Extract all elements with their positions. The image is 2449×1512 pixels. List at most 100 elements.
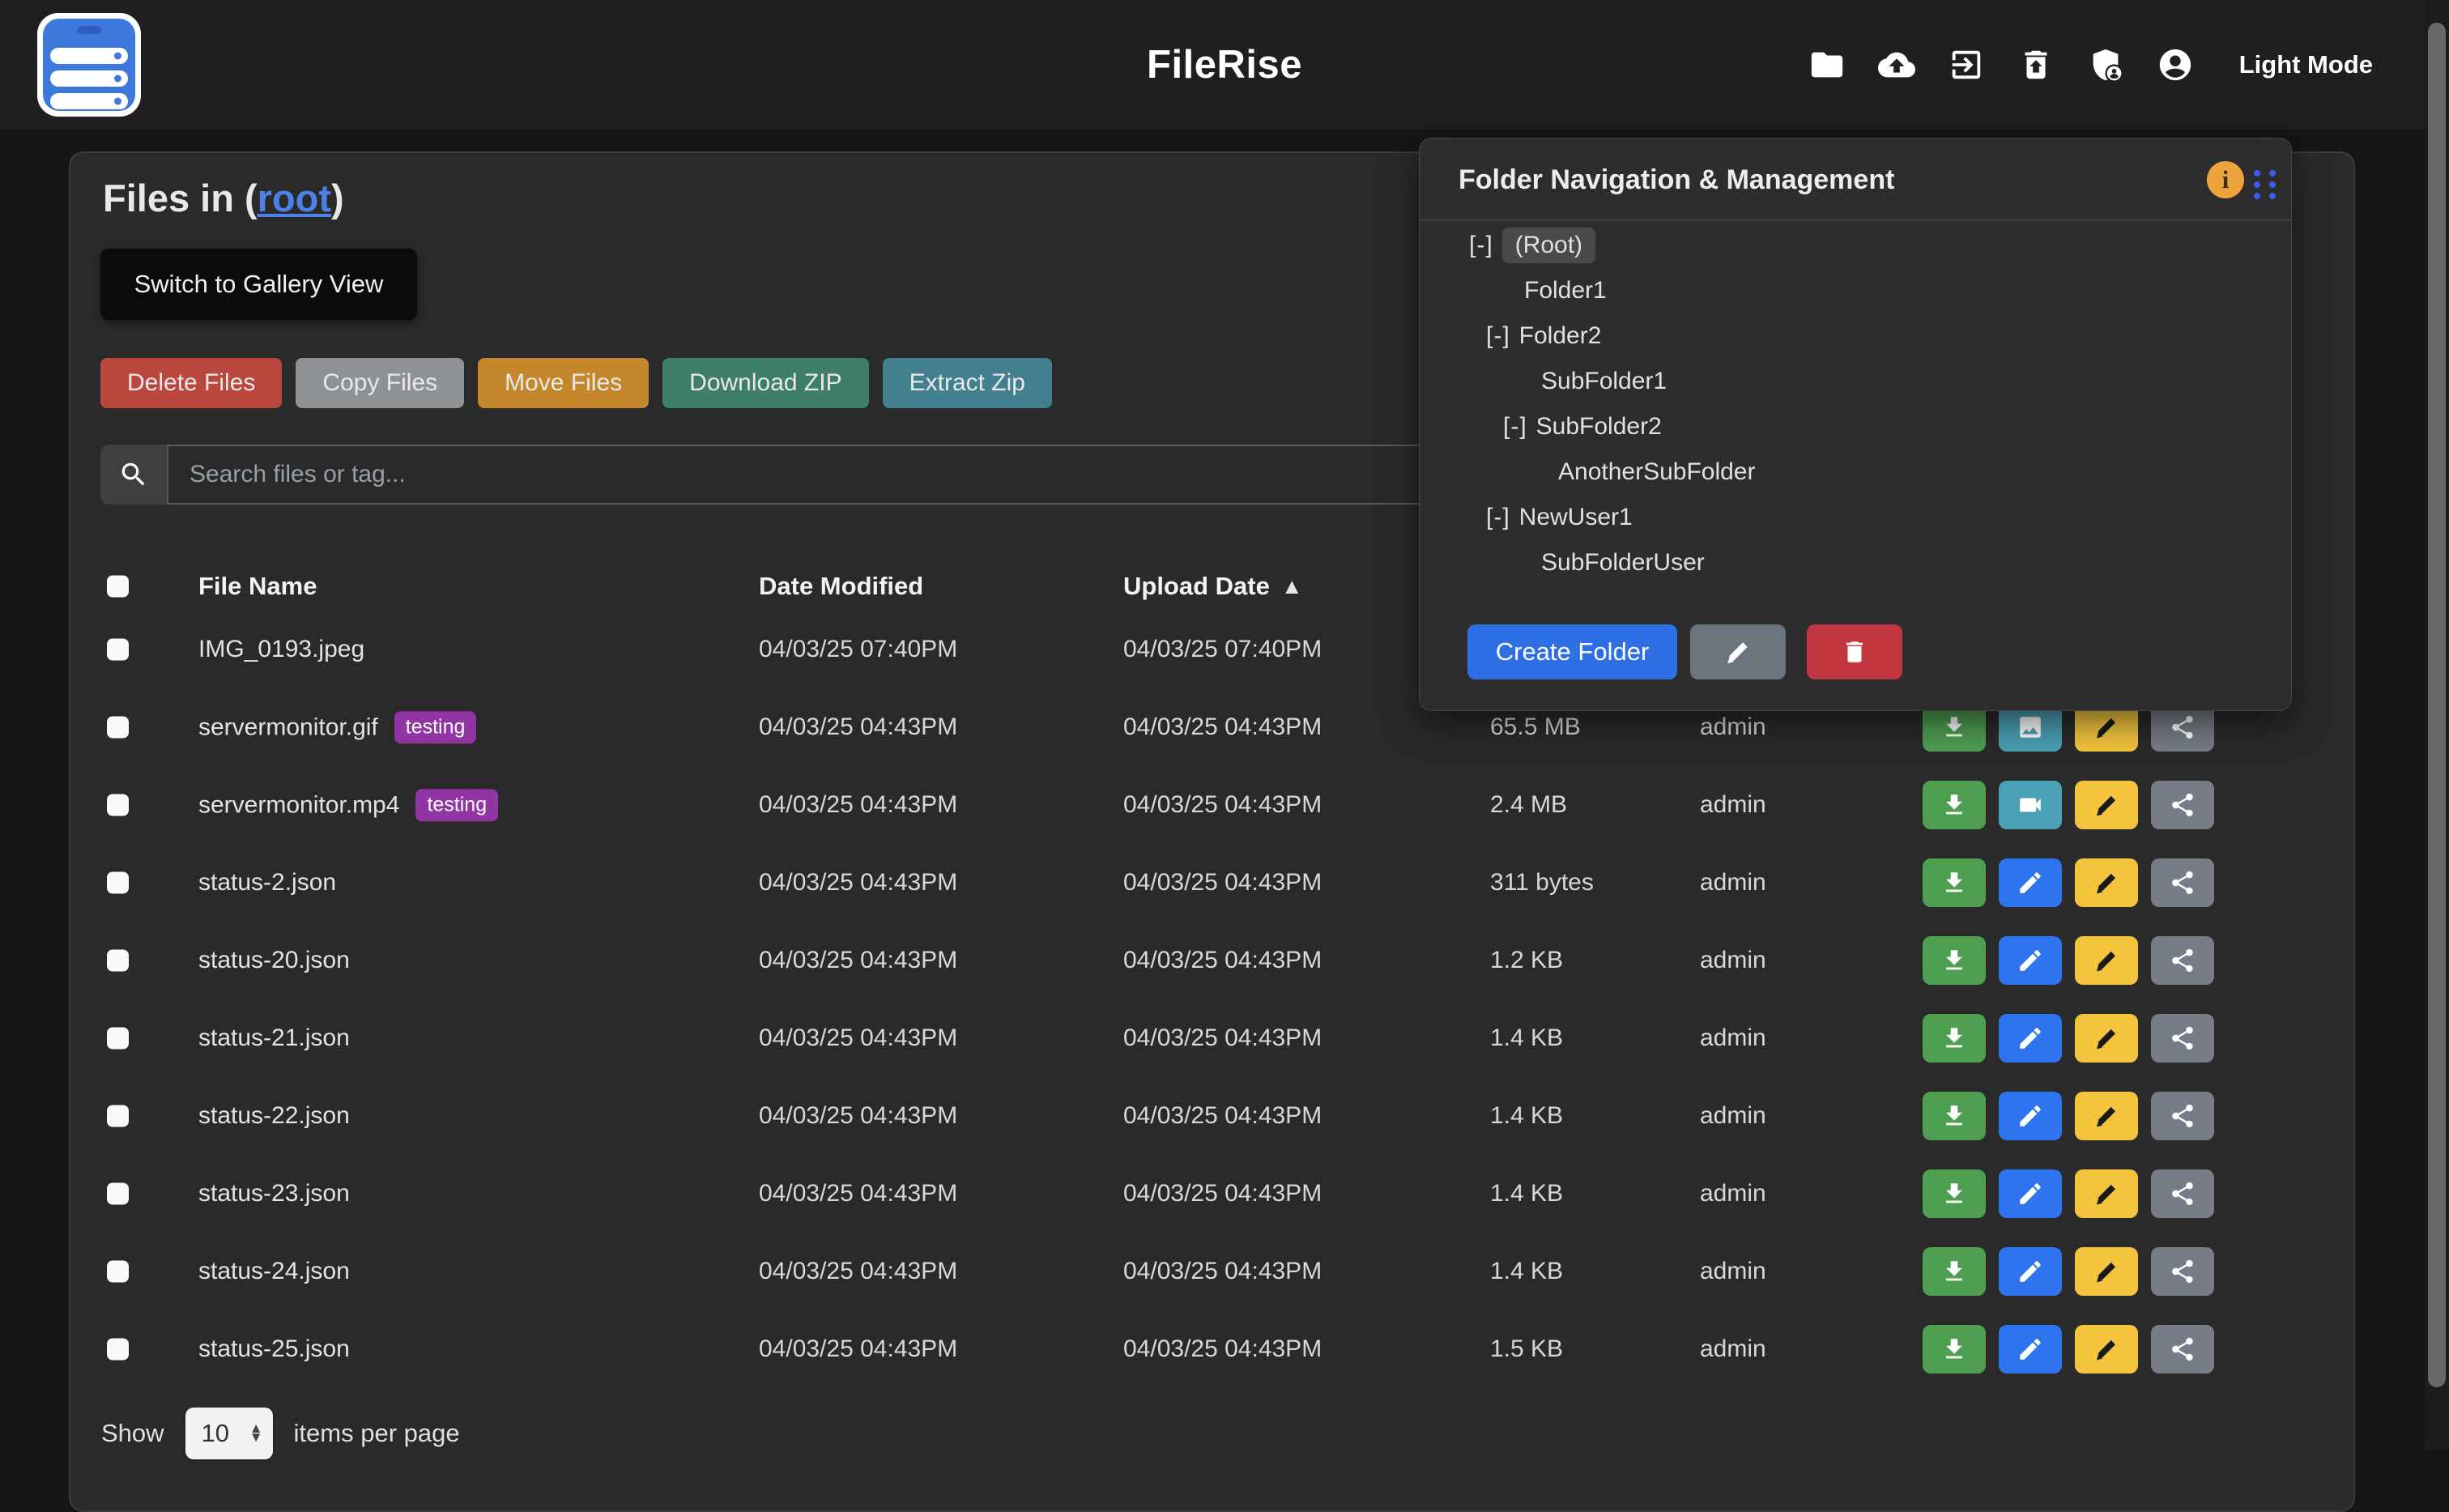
edit-file-button[interactable] <box>1999 1014 2062 1063</box>
collapse-toggle[interactable]: [-] <box>1486 504 1510 531</box>
row-checkbox[interactable] <box>107 950 129 972</box>
rename-button[interactable] <box>2075 858 2138 907</box>
folder-navigation-panel: Folder Navigation & Management i [-](Roo… <box>1419 138 2292 711</box>
rename-button[interactable] <box>2075 1247 2138 1296</box>
rename-button[interactable] <box>2075 1325 2138 1374</box>
row-checkbox[interactable] <box>107 1028 129 1050</box>
folder-button[interactable] <box>1808 46 1846 83</box>
restore-trash-button[interactable] <box>2017 46 2055 83</box>
file-name[interactable]: status-20.json <box>198 947 350 974</box>
rename-button[interactable] <box>2075 1169 2138 1218</box>
select-all-checkbox[interactable] <box>107 576 129 598</box>
edit-file-button[interactable] <box>1999 1247 2062 1296</box>
share-button[interactable] <box>2151 858 2214 907</box>
search-input[interactable] <box>167 445 1554 505</box>
share-button[interactable] <box>2151 1325 2214 1374</box>
file-name[interactable]: IMG_0193.jpeg <box>198 636 364 663</box>
delete-folder-button[interactable] <box>1807 624 1902 679</box>
collapse-toggle[interactable]: [-] <box>1469 232 1493 259</box>
row-checkbox[interactable] <box>107 717 129 739</box>
edit-file-button[interactable] <box>1999 1169 2062 1218</box>
edit-file-button[interactable] <box>1999 936 2062 985</box>
share-icon <box>2169 1335 2196 1363</box>
edit-icon <box>2017 1024 2044 1052</box>
folder-tree-item[interactable]: [-]NewUser1 <box>1420 495 2291 540</box>
column-upload-date[interactable]: Upload Date ▲ <box>1123 572 1303 601</box>
share-button[interactable] <box>2151 936 2214 985</box>
folder-tree-item[interactable]: SubFolder1 <box>1420 359 2291 404</box>
items-per-page-select[interactable]: 10 ▲▼ <box>185 1408 273 1459</box>
folder-tree-item[interactable]: [-](Root) <box>1420 223 2291 268</box>
page-scrollbar <box>2425 0 2449 1450</box>
column-file-name[interactable]: File Name <box>198 572 317 601</box>
share-button[interactable] <box>2151 1169 2214 1218</box>
upload-date: 04/03/25 04:43PM <box>1123 947 1322 974</box>
folder-tree-item[interactable]: [-]Folder2 <box>1420 313 2291 359</box>
share-button[interactable] <box>2151 1247 2214 1296</box>
move-files-button[interactable]: Move Files <box>478 358 649 408</box>
row-checkbox[interactable] <box>107 872 129 894</box>
file-name[interactable]: status-2.json <box>198 869 336 897</box>
account-button[interactable] <box>2157 46 2194 83</box>
file-name[interactable]: status-23.json <box>198 1180 350 1207</box>
rename-button[interactable] <box>2075 1014 2138 1063</box>
delete-files-button[interactable]: Delete Files <box>100 358 282 408</box>
download-button[interactable] <box>1923 1092 1986 1140</box>
download-zip-button[interactable]: Download ZIP <box>662 358 868 408</box>
logout-button[interactable] <box>1948 46 1985 83</box>
create-folder-button[interactable]: Create Folder <box>1467 624 1677 679</box>
row-checkbox[interactable] <box>107 639 129 661</box>
file-name[interactable]: servermonitor.mp4testing <box>198 789 498 821</box>
collapse-toggle[interactable]: [-] <box>1486 322 1510 350</box>
folder-tree-item[interactable]: SubFolderUser <box>1420 540 2291 586</box>
cloud-upload-button[interactable] <box>1878 46 1915 83</box>
download-button[interactable] <box>1923 781 1986 829</box>
preview-button[interactable] <box>1999 781 2062 829</box>
edit-icon <box>2017 869 2044 897</box>
download-button[interactable] <box>1923 1247 1986 1296</box>
row-checkbox[interactable] <box>107 1105 129 1127</box>
edit-file-button[interactable] <box>1999 1092 2062 1140</box>
file-name[interactable]: status-25.json <box>198 1335 350 1363</box>
switch-gallery-view-button[interactable]: Switch to Gallery View <box>100 249 417 320</box>
rename-button[interactable] <box>2075 781 2138 829</box>
rename-button[interactable] <box>2075 1092 2138 1140</box>
rename-folder-button[interactable] <box>1690 624 1786 679</box>
scrollbar-thumb[interactable] <box>2428 23 2446 1387</box>
file-name[interactable]: status-24.json <box>198 1258 350 1285</box>
folder-tree-item[interactable]: AnotherSubFolder <box>1420 449 2291 495</box>
extract-zip-button[interactable]: Extract Zip <box>883 358 1052 408</box>
row-checkbox[interactable] <box>107 794 129 816</box>
copy-files-button[interactable]: Copy Files <box>296 358 464 408</box>
file-name[interactable]: status-21.json <box>198 1024 350 1052</box>
share-button[interactable] <box>2151 1092 2214 1140</box>
admin-shield-button[interactable] <box>2087 46 2124 83</box>
info-icon[interactable]: i <box>2207 161 2244 198</box>
download-button[interactable] <box>1923 1014 1986 1063</box>
rename-button[interactable] <box>2075 936 2138 985</box>
download-button[interactable] <box>1923 936 1986 985</box>
download-button[interactable] <box>1923 1325 1986 1374</box>
folder-label: SubFolder1 <box>1541 368 1667 395</box>
account-icon <box>2157 46 2194 83</box>
edit-file-button[interactable] <box>1999 858 2062 907</box>
share-button[interactable] <box>2151 781 2214 829</box>
share-button[interactable] <box>2151 1014 2214 1063</box>
download-button[interactable] <box>1923 858 1986 907</box>
row-checkbox[interactable] <box>107 1339 129 1361</box>
folder-tree-item[interactable]: Folder1 <box>1420 268 2291 313</box>
row-checkbox[interactable] <box>107 1183 129 1205</box>
download-button[interactable] <box>1923 1169 1986 1218</box>
collapse-toggle[interactable]: [-] <box>1503 413 1527 441</box>
column-date-modified[interactable]: Date Modified <box>759 572 923 601</box>
row-actions <box>1923 1247 2214 1296</box>
uploader: admin <box>1700 791 1766 819</box>
file-name[interactable]: status-22.json <box>198 1102 350 1130</box>
theme-toggle[interactable]: Light Mode <box>2239 50 2373 79</box>
drag-handle-icon[interactable] <box>2254 170 2276 199</box>
root-folder-link[interactable]: root <box>258 177 331 219</box>
file-name[interactable]: servermonitor.giftesting <box>198 711 476 743</box>
folder-tree-item[interactable]: [-]SubFolder2 <box>1420 404 2291 449</box>
edit-file-button[interactable] <box>1999 1325 2062 1374</box>
row-checkbox[interactable] <box>107 1261 129 1283</box>
